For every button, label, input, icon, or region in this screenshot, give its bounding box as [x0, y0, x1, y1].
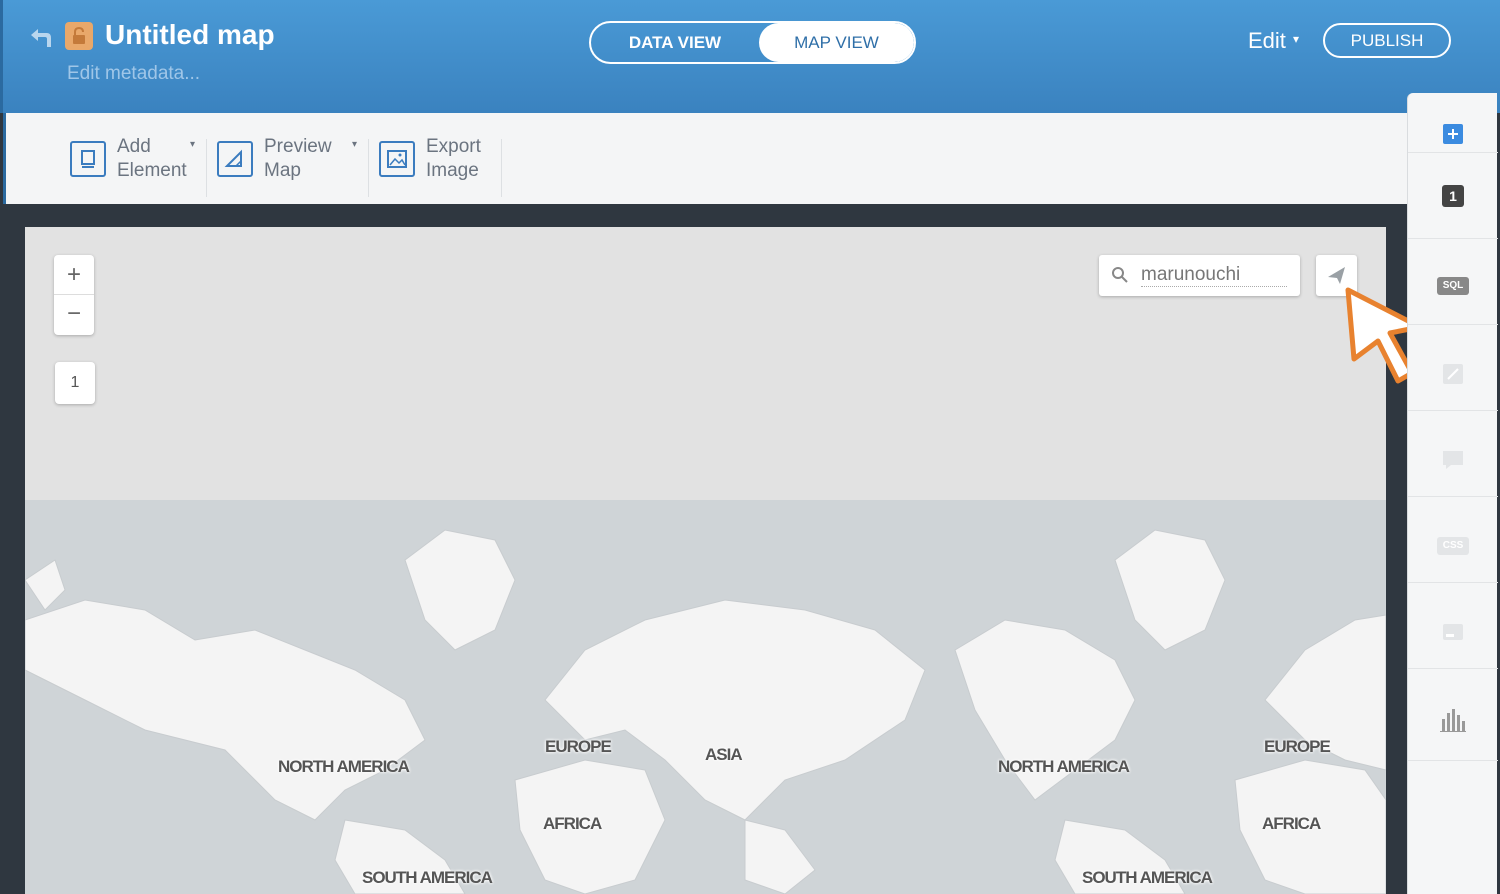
chart-icon — [1440, 709, 1466, 732]
edit-menu[interactable]: Edit — [1248, 28, 1286, 54]
edit-metadata-link[interactable]: Edit metadata... — [67, 63, 200, 85]
label-africa: AFRICA — [1262, 814, 1321, 833]
map-search-input[interactable] — [1141, 263, 1287, 287]
greenland-shape — [1114, 529, 1226, 651]
add-element-label-1: Add — [117, 136, 151, 157]
label-europe: EUROPE — [545, 737, 612, 756]
map-search-box — [1099, 255, 1300, 296]
layer-selector-button[interactable]: 1 — [55, 362, 95, 404]
toolbar-divider — [501, 139, 502, 197]
chevron-down-icon[interactable]: ▾ — [352, 139, 357, 150]
preview-map-icon — [217, 141, 253, 177]
search-icon — [1112, 267, 1128, 283]
sidebar-item-layer-1[interactable]: 1 — [1408, 153, 1498, 239]
view-toggle: DATA VIEW MAP VIEW — [589, 21, 916, 64]
preview-map-button[interactable]: Preview Map ▾ — [217, 135, 362, 185]
greenland-shape — [404, 529, 516, 651]
infowindow-icon — [1443, 451, 1463, 469]
map-toolbar: Add Element ▾ Preview Map ▾ Export Image — [3, 113, 1407, 204]
sidebar-item-wizard[interactable] — [1408, 325, 1498, 411]
css-icon: CSS — [1437, 537, 1469, 555]
north-america-shape — [25, 599, 426, 821]
sidebar-item-add-layer[interactable] — [1408, 93, 1498, 153]
sidebar-item-css[interactable]: CSS — [1408, 497, 1498, 583]
sidebar-item-chart[interactable] — [1408, 669, 1498, 761]
map-title[interactable]: Untitled map — [105, 19, 275, 51]
export-image-label-1: Export — [426, 136, 481, 157]
southeast-asia-shape — [744, 819, 816, 894]
map-canvas[interactable]: NORTH AMERICA EUROPE ASIA AFRICA SOUTH A… — [25, 227, 1386, 894]
add-element-button[interactable]: Add Element ▾ — [70, 135, 200, 185]
world-map-tiles — [25, 529, 1386, 894]
sidebar-item-infowindow[interactable] — [1408, 411, 1498, 497]
label-africa: AFRICA — [543, 814, 602, 833]
preview-map-label-1: Preview — [264, 136, 332, 157]
layer-1-icon: 1 — [1442, 185, 1464, 207]
export-image-icon — [379, 141, 415, 177]
zoom-control: + − — [54, 255, 94, 335]
label-south-america: SOUTH AMERICA — [362, 868, 493, 887]
export-image-button[interactable]: Export Image — [379, 135, 499, 185]
tab-data-view[interactable]: DATA VIEW — [591, 23, 759, 62]
right-sidebar: 1 SQL CSS — [1407, 93, 1498, 894]
legend-icon — [1443, 624, 1463, 640]
preview-map-label-2: Map — [264, 160, 301, 181]
sql-icon: SQL — [1437, 277, 1469, 295]
chevron-down-icon: ▾ — [1293, 32, 1300, 46]
back-arrow-icon[interactable] — [27, 27, 53, 49]
island-shape — [25, 559, 66, 611]
chevron-down-icon[interactable]: ▾ — [190, 139, 195, 150]
add-element-label-2: Element — [117, 160, 187, 181]
label-north-america: NORTH AMERICA — [278, 757, 410, 776]
label-south-america: SOUTH AMERICA — [1082, 868, 1213, 887]
zoom-out-button[interactable]: − — [54, 295, 94, 335]
toolbar-divider — [206, 139, 207, 197]
publish-button[interactable]: PUBLISH — [1323, 23, 1451, 58]
lock-icon[interactable] — [65, 22, 93, 50]
sidebar-item-legend[interactable] — [1408, 583, 1498, 669]
header-bar: Untitled map Edit metadata... DATA VIEW … — [0, 0, 1500, 113]
sidebar-item-sql[interactable]: SQL — [1408, 239, 1498, 325]
label-europe: EUROPE — [1264, 737, 1331, 756]
tab-map-view[interactable]: MAP VIEW — [759, 23, 914, 62]
add-element-icon — [70, 141, 106, 177]
add-layer-icon — [1443, 124, 1463, 144]
wizard-icon — [1443, 364, 1463, 384]
toolbar-divider — [368, 139, 369, 197]
export-image-label-2: Image — [426, 160, 479, 181]
zoom-in-button[interactable]: + — [54, 255, 94, 295]
label-asia: ASIA — [705, 745, 743, 764]
label-north-america: NORTH AMERICA — [998, 757, 1130, 776]
